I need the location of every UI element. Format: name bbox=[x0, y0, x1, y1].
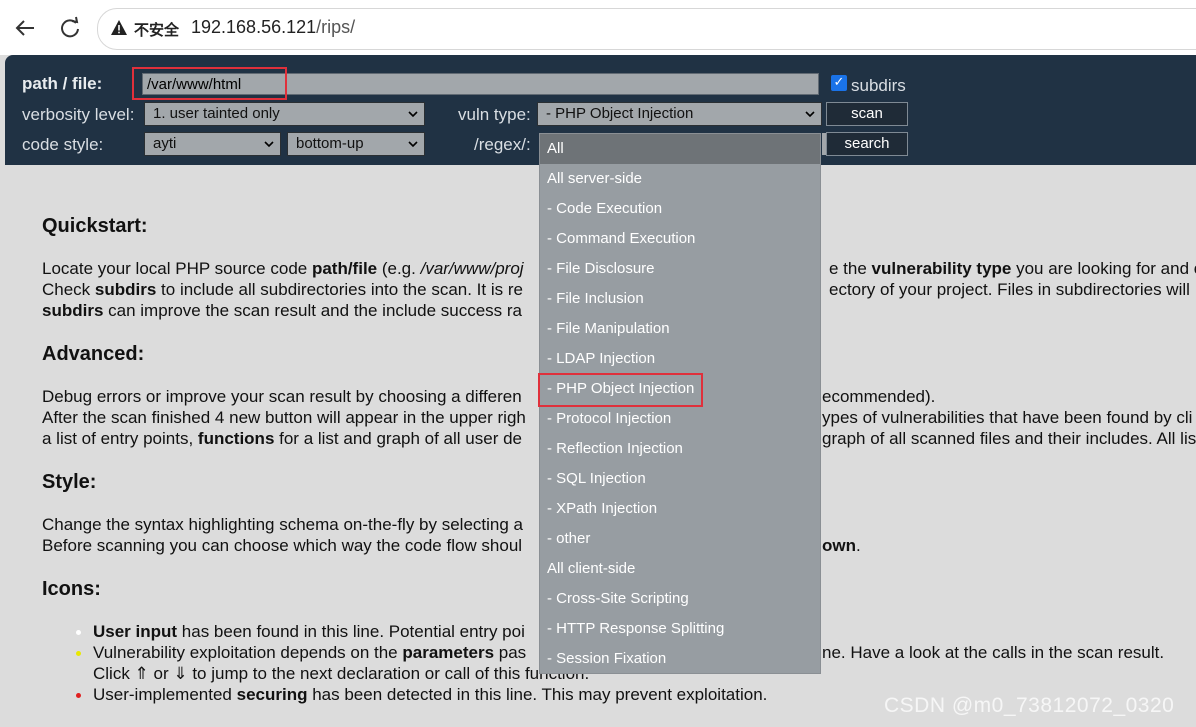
quickstart-line-1-cont: e the vulnerability type you are looking… bbox=[829, 259, 1196, 278]
dropdown-option[interactable]: - other bbox=[540, 524, 820, 554]
warning-icon bbox=[111, 20, 127, 35]
scan-button[interactable]: scan bbox=[826, 102, 908, 126]
icons-line-user-input: User input has been found in this line. … bbox=[93, 622, 525, 641]
dropdown-option[interactable]: - File Manipulation bbox=[540, 314, 820, 344]
advanced-line-3: a list of entry points, functions for a … bbox=[42, 429, 522, 448]
dropdown-option[interactable]: - SQL Injection bbox=[540, 464, 820, 494]
csdn-watermark: CSDN @m0_73812072_0320 bbox=[884, 694, 1175, 717]
icons-heading: Icons: bbox=[42, 578, 101, 600]
verbosity-value: 1. user tainted only bbox=[153, 105, 280, 122]
insecure-label: 不安全 bbox=[134, 21, 180, 39]
quickstart-line-2: Check subdirs to include all subdirector… bbox=[42, 280, 523, 299]
quickstart-heading: Quickstart: bbox=[42, 215, 148, 237]
subdirs-label: subdirs bbox=[851, 76, 906, 95]
securing-bullet-icon bbox=[76, 693, 81, 698]
url-text: 192.168.56.121/rips/ bbox=[191, 17, 355, 38]
advanced-line-3-cont: graph of all scanned files and their inc… bbox=[822, 429, 1196, 448]
highlight-box-path bbox=[132, 67, 287, 100]
dropdown-option[interactable]: - Reflection Injection bbox=[540, 434, 820, 464]
dropdown-option[interactable]: - Session Fixation bbox=[540, 644, 820, 674]
dropdown-option[interactable]: All client-side bbox=[540, 554, 820, 584]
parameter-bullet-icon bbox=[76, 651, 81, 656]
regex-label: /regex/: bbox=[474, 135, 531, 154]
quickstart-line-3: subdirs can improve the scan result and … bbox=[42, 301, 523, 320]
dropdown-option[interactable]: - Code Execution bbox=[540, 194, 820, 224]
icons-line-securing: User-implemented securing has been detec… bbox=[93, 685, 768, 704]
vuln-type-select[interactable]: - PHP Object Injection bbox=[537, 102, 822, 126]
back-arrow-icon[interactable] bbox=[10, 13, 40, 43]
dropdown-option[interactable]: - XPath Injection bbox=[540, 494, 820, 524]
advanced-line-1-cont: ecommended). bbox=[822, 387, 936, 406]
chevron-down-icon bbox=[805, 111, 815, 118]
reload-icon[interactable] bbox=[55, 13, 85, 43]
dropdown-option[interactable]: - File Inclusion bbox=[540, 284, 820, 314]
style-line-1: Change the syntax highlighting schema on… bbox=[42, 515, 524, 534]
vuln-type-label: vuln type: bbox=[458, 105, 531, 124]
search-button[interactable]: search bbox=[826, 132, 908, 156]
verbosity-label: verbosity level: bbox=[22, 105, 135, 124]
advanced-line-1: Debug errors or improve your scan result… bbox=[42, 387, 522, 406]
style-line-2-cont: own. bbox=[822, 536, 861, 555]
browser-toolbar: 不安全 192.168.56.121/rips/ bbox=[0, 0, 1196, 55]
dropdown-option-all[interactable]: All bbox=[540, 134, 820, 164]
flow-direction-value: bottom-up bbox=[296, 135, 364, 152]
code-style-select[interactable]: ayti bbox=[144, 132, 281, 156]
dropdown-option[interactable]: - HTTP Response Splitting bbox=[540, 614, 820, 644]
icons-line-jump: Click ⇑ or ⇓ to jump to the next declara… bbox=[93, 664, 590, 683]
verbosity-select[interactable]: 1. user tainted only bbox=[144, 102, 425, 126]
flow-direction-select[interactable]: bottom-up bbox=[287, 132, 425, 156]
icons-line-parameters: Vulnerability exploitation depends on th… bbox=[93, 643, 527, 662]
chevron-down-icon bbox=[408, 141, 418, 148]
style-line-2: Before scanning you can choose which way… bbox=[42, 536, 523, 555]
dropdown-option[interactable]: - LDAP Injection bbox=[540, 344, 820, 374]
advanced-line-2-cont: ypes of vulnerabilities that have been f… bbox=[822, 408, 1193, 427]
user-input-bullet-icon bbox=[76, 630, 81, 635]
icons-line-parameters-cont: ne. Have a look at the calls in the scan… bbox=[822, 643, 1165, 662]
address-bar[interactable]: 不安全 192.168.56.121/rips/ bbox=[97, 8, 1196, 50]
quickstart-line-2-cont: ectory of your project. Files in subdire… bbox=[829, 280, 1190, 299]
vuln-type-value: - PHP Object Injection bbox=[546, 105, 694, 122]
dropdown-option[interactable]: - Command Execution bbox=[540, 224, 820, 254]
highlight-box-php-object-injection bbox=[538, 373, 703, 407]
dropdown-option[interactable]: - Cross-Site Scripting bbox=[540, 584, 820, 614]
subdirs-checkbox[interactable]: ✓ bbox=[831, 75, 847, 91]
quickstart-line-1: Locate your local PHP source code path/f… bbox=[42, 259, 524, 278]
advanced-heading: Advanced: bbox=[42, 343, 145, 365]
dropdown-option[interactable]: - Protocol Injection bbox=[540, 404, 820, 434]
code-style-value: ayti bbox=[153, 135, 177, 152]
url-path: /rips/ bbox=[316, 17, 356, 37]
path-label: path / file: bbox=[22, 74, 103, 93]
advanced-line-2: After the scan finished 4 new button wil… bbox=[42, 408, 526, 427]
dropdown-option[interactable]: - File Disclosure bbox=[540, 254, 820, 284]
chevron-down-icon bbox=[264, 141, 274, 148]
style-heading: Style: bbox=[42, 471, 97, 493]
chevron-down-icon bbox=[408, 111, 418, 118]
code-style-label: code style: bbox=[22, 135, 104, 154]
dropdown-option[interactable]: All server-side bbox=[540, 164, 820, 194]
url-host: 192.168.56.121 bbox=[191, 17, 317, 37]
